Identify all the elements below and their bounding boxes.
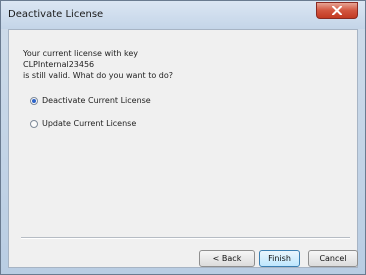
message-line-3: is still valid. What do you want to do? <box>23 71 174 80</box>
radio-update[interactable] <box>30 119 38 128</box>
option-deactivate[interactable]: Deactivate Current License <box>30 96 151 105</box>
title-bar[interactable]: Deactivate License <box>1 1 365 29</box>
close-icon <box>332 6 342 15</box>
message-line-1: Your current license with key <box>23 49 139 58</box>
option-update[interactable]: Update Current License <box>30 119 136 128</box>
license-message: Your current license with key CLPInterna… <box>23 48 173 81</box>
cancel-button[interactable]: Cancel <box>308 250 358 267</box>
option-update-label[interactable]: Update Current License <box>42 119 136 128</box>
option-deactivate-label[interactable]: Deactivate Current License <box>42 96 151 105</box>
radio-deactivate[interactable] <box>30 96 38 105</box>
window-title: Deactivate License <box>8 9 104 20</box>
license-key: CLPInternal23456 <box>23 60 95 69</box>
finish-button[interactable]: Finish <box>259 250 300 267</box>
back-button[interactable]: < Back <box>199 250 255 267</box>
close-button[interactable] <box>316 2 358 19</box>
footer-separator <box>21 237 350 239</box>
